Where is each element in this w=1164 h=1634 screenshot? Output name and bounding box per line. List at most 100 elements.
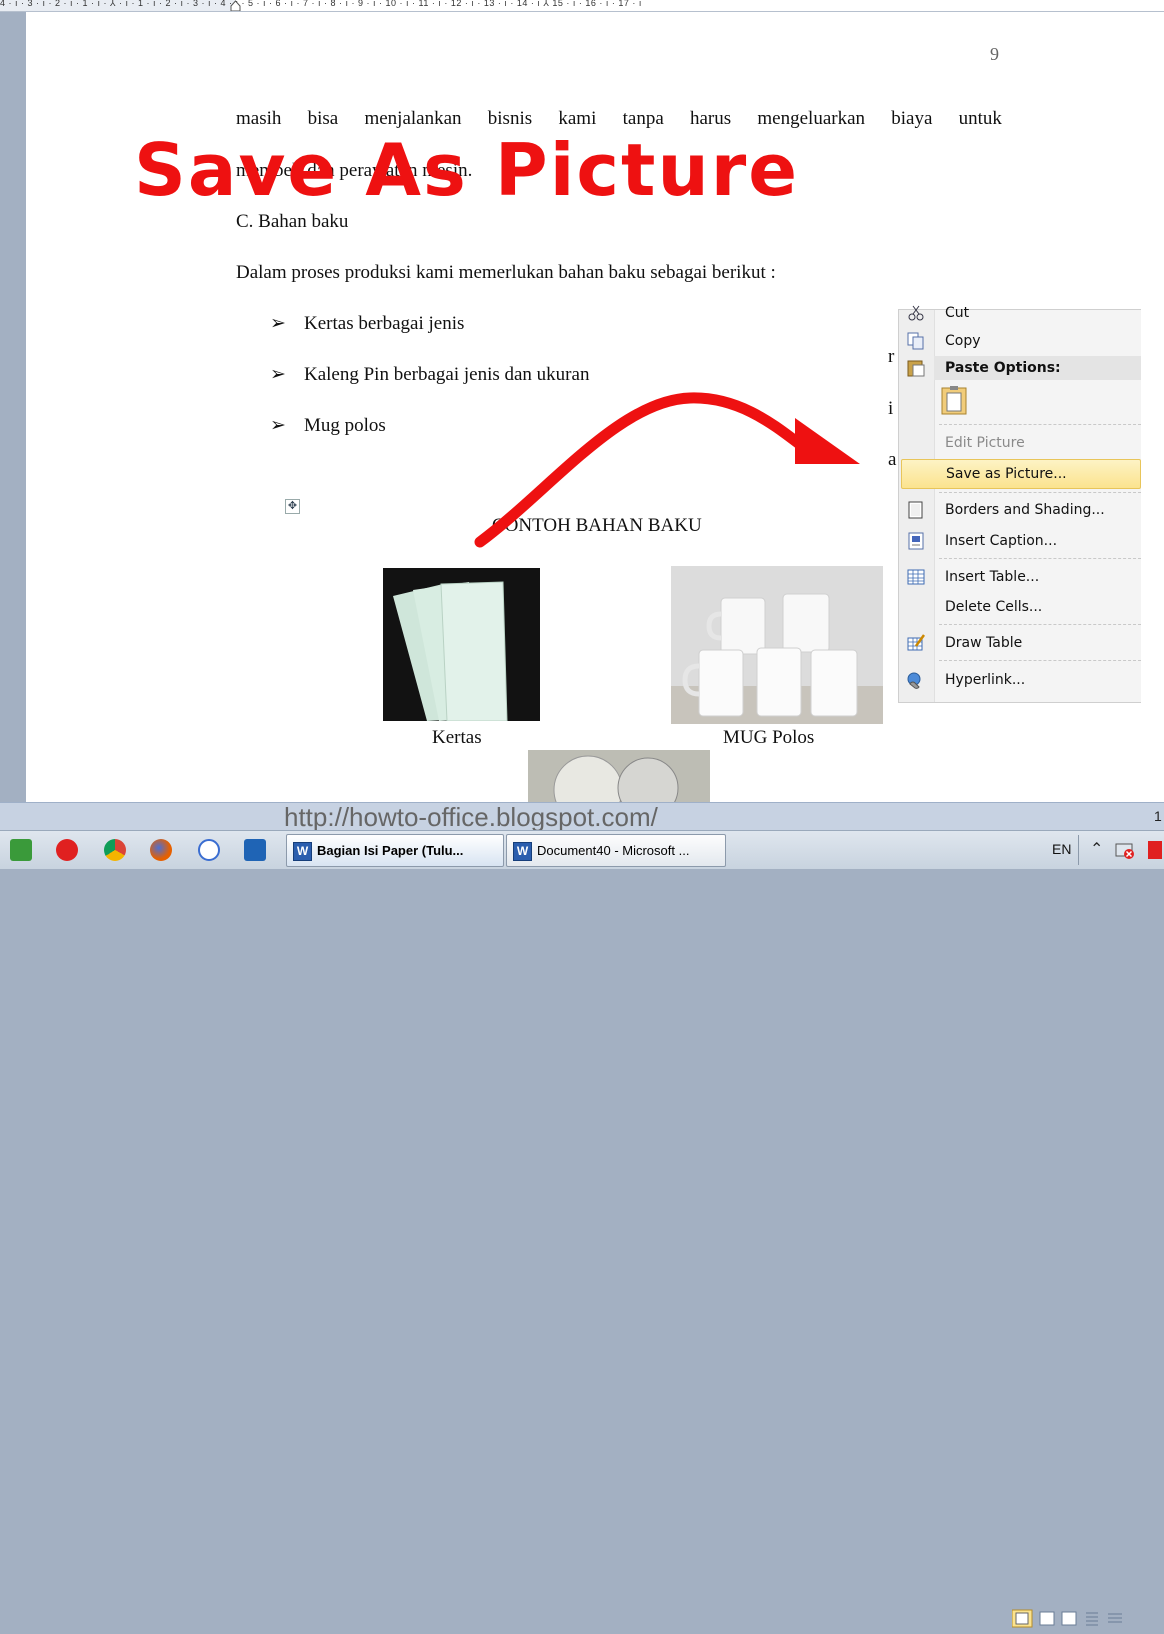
word: tanpa bbox=[622, 108, 664, 129]
menu-item-label: Insert Table... bbox=[945, 569, 1040, 585]
paste-keep-formatting-icon[interactable] bbox=[941, 385, 967, 415]
menu-item-label: Hyperlink... bbox=[945, 672, 1026, 688]
menu-item-borders-shading[interactable]: Borders and Shading... bbox=[899, 497, 1141, 523]
list-item-text: Kertas berbagai jenis bbox=[304, 313, 465, 334]
table-move-handle[interactable]: ✥ bbox=[285, 499, 300, 514]
maxthon-icon[interactable] bbox=[244, 839, 266, 861]
menu-item-insert-table[interactable]: Insert Table... bbox=[899, 564, 1141, 590]
word: bisnis bbox=[487, 108, 533, 129]
menu-item-insert-caption[interactable]: Insert Caption... bbox=[899, 528, 1141, 554]
outline-view-icon[interactable] bbox=[1086, 1612, 1098, 1626]
show-hidden-icons-icon[interactable]: ⌃ bbox=[1090, 839, 1103, 859]
draft-view-icon[interactable] bbox=[1108, 1613, 1122, 1623]
intro-paragraph: Dalam proses produksi kami memerlukan ba… bbox=[236, 262, 776, 283]
word-icon: W bbox=[293, 842, 312, 861]
caption-right: MUG Polos bbox=[723, 727, 815, 748]
zoom-level: 1 bbox=[1154, 808, 1162, 824]
paper-image[interactable] bbox=[383, 568, 540, 721]
page-number: 9 bbox=[990, 44, 999, 64]
word: untuk bbox=[958, 108, 1002, 129]
horizontal-ruler[interactable]: 4 · ı · 3 · ı · 2 · ı · 1 · ı · ⅄ · ı · … bbox=[0, 0, 1164, 12]
menu-separator bbox=[939, 424, 1141, 425]
table-icon bbox=[907, 569, 925, 585]
menu-item-copy[interactable]: Copy bbox=[899, 328, 1141, 354]
menu-item-label: Edit Picture bbox=[945, 435, 1025, 451]
menu-item-hyperlink[interactable]: Hyperlink... bbox=[899, 667, 1141, 693]
caption-icon bbox=[908, 532, 924, 550]
word: mengeluarkan bbox=[757, 108, 866, 129]
word: bisa bbox=[307, 108, 339, 129]
menu-item-label: Copy bbox=[945, 333, 981, 349]
bullet-arrow-icon: ➢ bbox=[270, 415, 286, 436]
menu-item-label: Paste Options: bbox=[945, 360, 1061, 376]
cut-off-text: a bbox=[888, 449, 897, 470]
language-indicator[interactable]: EN bbox=[1052, 841, 1071, 857]
menu-item-label: Delete Cells... bbox=[945, 599, 1043, 615]
scissors-icon bbox=[908, 305, 924, 321]
firefox-icon[interactable] bbox=[150, 839, 172, 861]
menu-item-edit-picture[interactable]: Edit Picture bbox=[899, 430, 1141, 456]
list-item: ➢ Mug polos bbox=[270, 414, 386, 437]
indent-marker-icon[interactable] bbox=[230, 0, 241, 11]
caption-left: Kertas bbox=[432, 727, 482, 748]
mug-image[interactable] bbox=[671, 566, 883, 724]
word: masih bbox=[236, 108, 282, 129]
mugs-graphic bbox=[671, 593, 883, 724]
chrome-icon[interactable] bbox=[104, 839, 126, 861]
menu-item-label: Cut bbox=[945, 305, 970, 321]
cut-off-text: r bbox=[888, 346, 895, 367]
web-layout-view-icon[interactable] bbox=[1061, 1611, 1077, 1626]
menu-item-paste-options: Paste Options: bbox=[899, 356, 1141, 380]
list-item: ➢ Kertas berbagai jenis bbox=[270, 312, 464, 335]
section-heading: C. Bahan baku bbox=[236, 211, 349, 232]
copy-icon bbox=[907, 332, 924, 350]
menu-item-cut[interactable]: Cut bbox=[899, 300, 1141, 326]
tray-divider bbox=[1078, 835, 1079, 865]
menu-item-draw-table[interactable]: Draw Table bbox=[899, 630, 1141, 656]
ruler-numbers: 4 · ı · 3 · ı · 2 · ı · 1 · ı · ⅄ · ı · … bbox=[0, 0, 642, 8]
menu-item-save-as-picture[interactable]: Save as Picture... bbox=[901, 459, 1141, 489]
borders-icon bbox=[908, 501, 923, 519]
app-launcher-icon[interactable] bbox=[10, 839, 32, 861]
word: kami bbox=[558, 108, 597, 129]
watermark-url: http://howto-office.blogspot.com/ bbox=[284, 802, 658, 832]
network-icon[interactable] bbox=[1114, 839, 1136, 861]
menu-separator bbox=[939, 558, 1141, 559]
pin-image[interactable] bbox=[528, 750, 710, 802]
menu-item-delete-cells[interactable]: Delete Cells... bbox=[899, 594, 1141, 620]
bullet-arrow-icon: ➢ bbox=[270, 364, 286, 385]
banner-title: Save As Picture bbox=[134, 128, 800, 212]
pins-graphic bbox=[553, 755, 679, 802]
paper-sheets-graphic bbox=[393, 581, 508, 721]
menu-item-label: Draw Table bbox=[945, 635, 1023, 651]
paragraph-line-1: masih bisa menjalankan bisnis kami tanpa… bbox=[236, 108, 1002, 130]
list-item-text: Mug polos bbox=[304, 415, 386, 436]
action-center-icon[interactable] bbox=[1146, 839, 1164, 861]
view-buttons bbox=[1011, 1609, 1162, 1634]
red-arrow-icon bbox=[474, 392, 860, 548]
opera-icon[interactable] bbox=[56, 839, 78, 861]
draw-table-icon bbox=[907, 634, 926, 651]
menu-separator bbox=[939, 624, 1141, 625]
word: biaya bbox=[891, 108, 933, 129]
taskbar: W Bagian Isi Paper (Tulu... W Document40… bbox=[0, 830, 1164, 869]
taskbar-button-bagian-isi[interactable]: W Bagian Isi Paper (Tulu... bbox=[286, 834, 504, 867]
taskbar-button-label: Bagian Isi Paper (Tulu... bbox=[317, 843, 464, 858]
full-screen-view-icon[interactable] bbox=[1039, 1611, 1055, 1626]
paste-icon bbox=[907, 360, 925, 377]
word-icon: W bbox=[513, 842, 532, 861]
menu-separator bbox=[939, 492, 1141, 493]
cut-off-text: i bbox=[888, 398, 894, 419]
word: menjalankan bbox=[364, 108, 462, 129]
bullet-arrow-icon: ➢ bbox=[270, 313, 286, 334]
swift-browser-icon[interactable] bbox=[198, 839, 220, 861]
taskbar-button-label: Document40 - Microsoft ... bbox=[537, 843, 690, 858]
context-menu: Cut Copy Paste Options: Edit Picture Sav… bbox=[898, 305, 1141, 703]
taskbar-button-document40[interactable]: W Document40 - Microsoft ... bbox=[506, 834, 726, 867]
menu-item-label: Save as Picture... bbox=[946, 466, 1067, 482]
hyperlink-icon bbox=[907, 672, 921, 689]
menu-item-label: Insert Caption... bbox=[945, 533, 1058, 549]
menu-separator bbox=[939, 660, 1141, 661]
word: harus bbox=[690, 108, 732, 129]
menu-item-label: Borders and Shading... bbox=[945, 502, 1105, 518]
